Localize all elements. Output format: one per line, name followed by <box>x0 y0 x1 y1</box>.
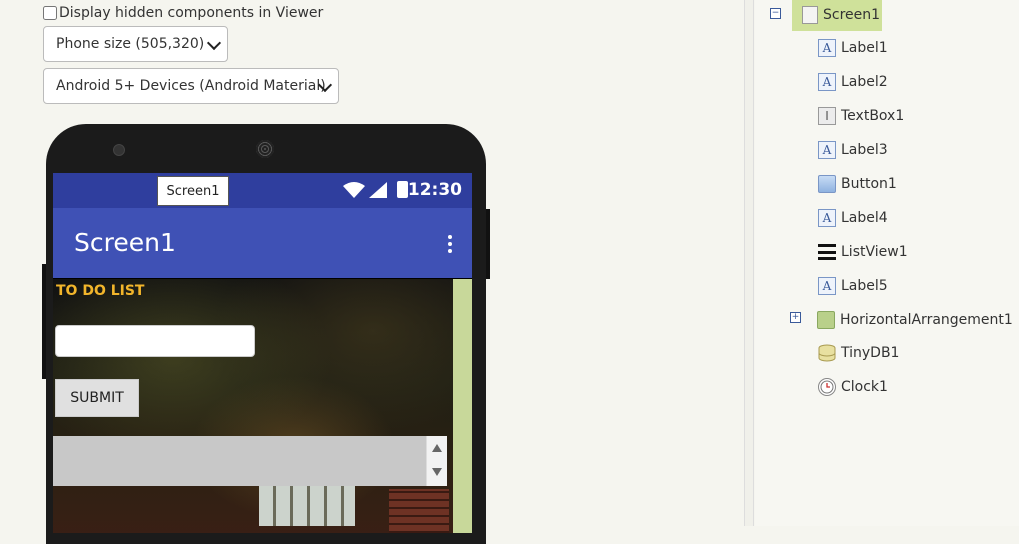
screen-tooltip: Screen1 <box>157 176 229 206</box>
tree-node-label: Button1 <box>841 176 897 192</box>
screen-edge-bar <box>453 279 472 533</box>
speaker-icon <box>256 140 274 158</box>
button-icon <box>818 175 836 193</box>
tree-node-label1[interactable]: A Label1 <box>818 39 888 57</box>
database-icon <box>818 344 836 362</box>
background-brick <box>389 489 449 533</box>
tree-node-screen1[interactable]: Screen1 <box>802 6 880 24</box>
scroll-up-icon[interactable] <box>432 444 442 452</box>
listview-scrollbar[interactable] <box>426 436 447 486</box>
hidden-components-label: Display hidden components in Viewer <box>59 5 324 21</box>
app-bar: Screen1 <box>53 208 472 278</box>
tree-node-label: Label5 <box>841 278 888 294</box>
hidden-components-toggle[interactable]: Display hidden components in Viewer <box>43 5 323 21</box>
tree-node-label4[interactable]: A Label4 <box>818 209 888 227</box>
tree-node-label: Screen1 <box>823 7 881 23</box>
app-title: Screen1 <box>74 228 176 257</box>
scroll-down-icon[interactable] <box>432 468 442 476</box>
listview-icon <box>818 243 836 261</box>
tree-node-label: HorizontalArrangement1 <box>840 312 1013 328</box>
phone-size-value: Phone size (505,320) <box>56 36 205 52</box>
tree-node-label: Label2 <box>841 74 888 90</box>
phone-screen[interactable]: Screen1 12:30 Screen1 TO DO LIST SUBMIT <box>53 173 472 533</box>
wifi-icon <box>343 182 365 198</box>
tree-node-label: Label3 <box>841 142 888 158</box>
viewer-panel: Display hidden components in Viewer Phon… <box>0 0 745 544</box>
phone-side-button-right <box>486 209 490 279</box>
tree-node-label: TinyDB1 <box>841 345 900 361</box>
tree-node-label: TextBox1 <box>841 108 905 124</box>
todo-listview[interactable] <box>53 436 447 486</box>
horizontal-arrangement-icon <box>817 311 835 329</box>
label-icon: A <box>818 277 836 295</box>
tree-node-clock1[interactable]: Clock1 <box>818 378 888 396</box>
tree-node-label: Label1 <box>841 40 888 56</box>
label-icon: A <box>818 39 836 57</box>
overflow-menu-icon[interactable] <box>448 235 452 256</box>
tree-node-label2[interactable]: A Label2 <box>818 73 888 91</box>
theme-select[interactable]: Android 5+ Devices (Android Material) <box>43 68 339 104</box>
battery-icon <box>397 181 408 198</box>
phone-side-button-left <box>42 264 46 379</box>
todo-textbox[interactable] <box>55 325 255 357</box>
phone-size-select[interactable]: Phone size (505,320) <box>43 26 228 62</box>
tree-node-label: Clock1 <box>841 379 888 395</box>
tree-node-tinydb1[interactable]: TinyDB1 <box>818 344 899 362</box>
theme-value: Android 5+ Devices (Android Material) <box>56 78 326 94</box>
clock-icon <box>818 378 836 396</box>
label-icon: A <box>818 209 836 227</box>
submit-button[interactable]: SUBMIT <box>55 379 139 417</box>
collapse-icon[interactable]: − <box>770 8 781 19</box>
expand-icon[interactable]: + <box>790 312 801 323</box>
tree-node-label: Label4 <box>841 210 888 226</box>
tree-node-horizontalarrangement1[interactable]: HorizontalArrangement1 <box>817 311 1013 329</box>
signal-icon <box>369 182 387 198</box>
status-time: 12:30 <box>407 180 462 200</box>
tree-node-button1[interactable]: Button1 <box>818 175 897 193</box>
label-icon: A <box>818 141 836 159</box>
background-window <box>259 486 355 526</box>
label-icon: A <box>818 73 836 91</box>
tree-node-label: ListView1 <box>841 244 908 260</box>
tree-node-label5[interactable]: A Label5 <box>818 277 888 295</box>
tree-node-label3[interactable]: A Label3 <box>818 141 888 159</box>
screen-content: TO DO LIST SUBMIT <box>53 279 453 533</box>
textbox-icon: I <box>818 107 836 125</box>
screen-icon <box>802 6 818 24</box>
chevron-down-icon <box>206 35 222 51</box>
tree-node-listview1[interactable]: ListView1 <box>818 243 908 261</box>
status-bar: Screen1 12:30 <box>53 173 472 208</box>
hidden-components-checkbox[interactable] <box>43 6 57 20</box>
tree-node-textbox1[interactable]: I TextBox1 <box>818 107 904 125</box>
camera-icon <box>113 144 125 156</box>
todo-label[interactable]: TO DO LIST <box>56 283 144 299</box>
panel-divider[interactable] <box>744 0 754 526</box>
